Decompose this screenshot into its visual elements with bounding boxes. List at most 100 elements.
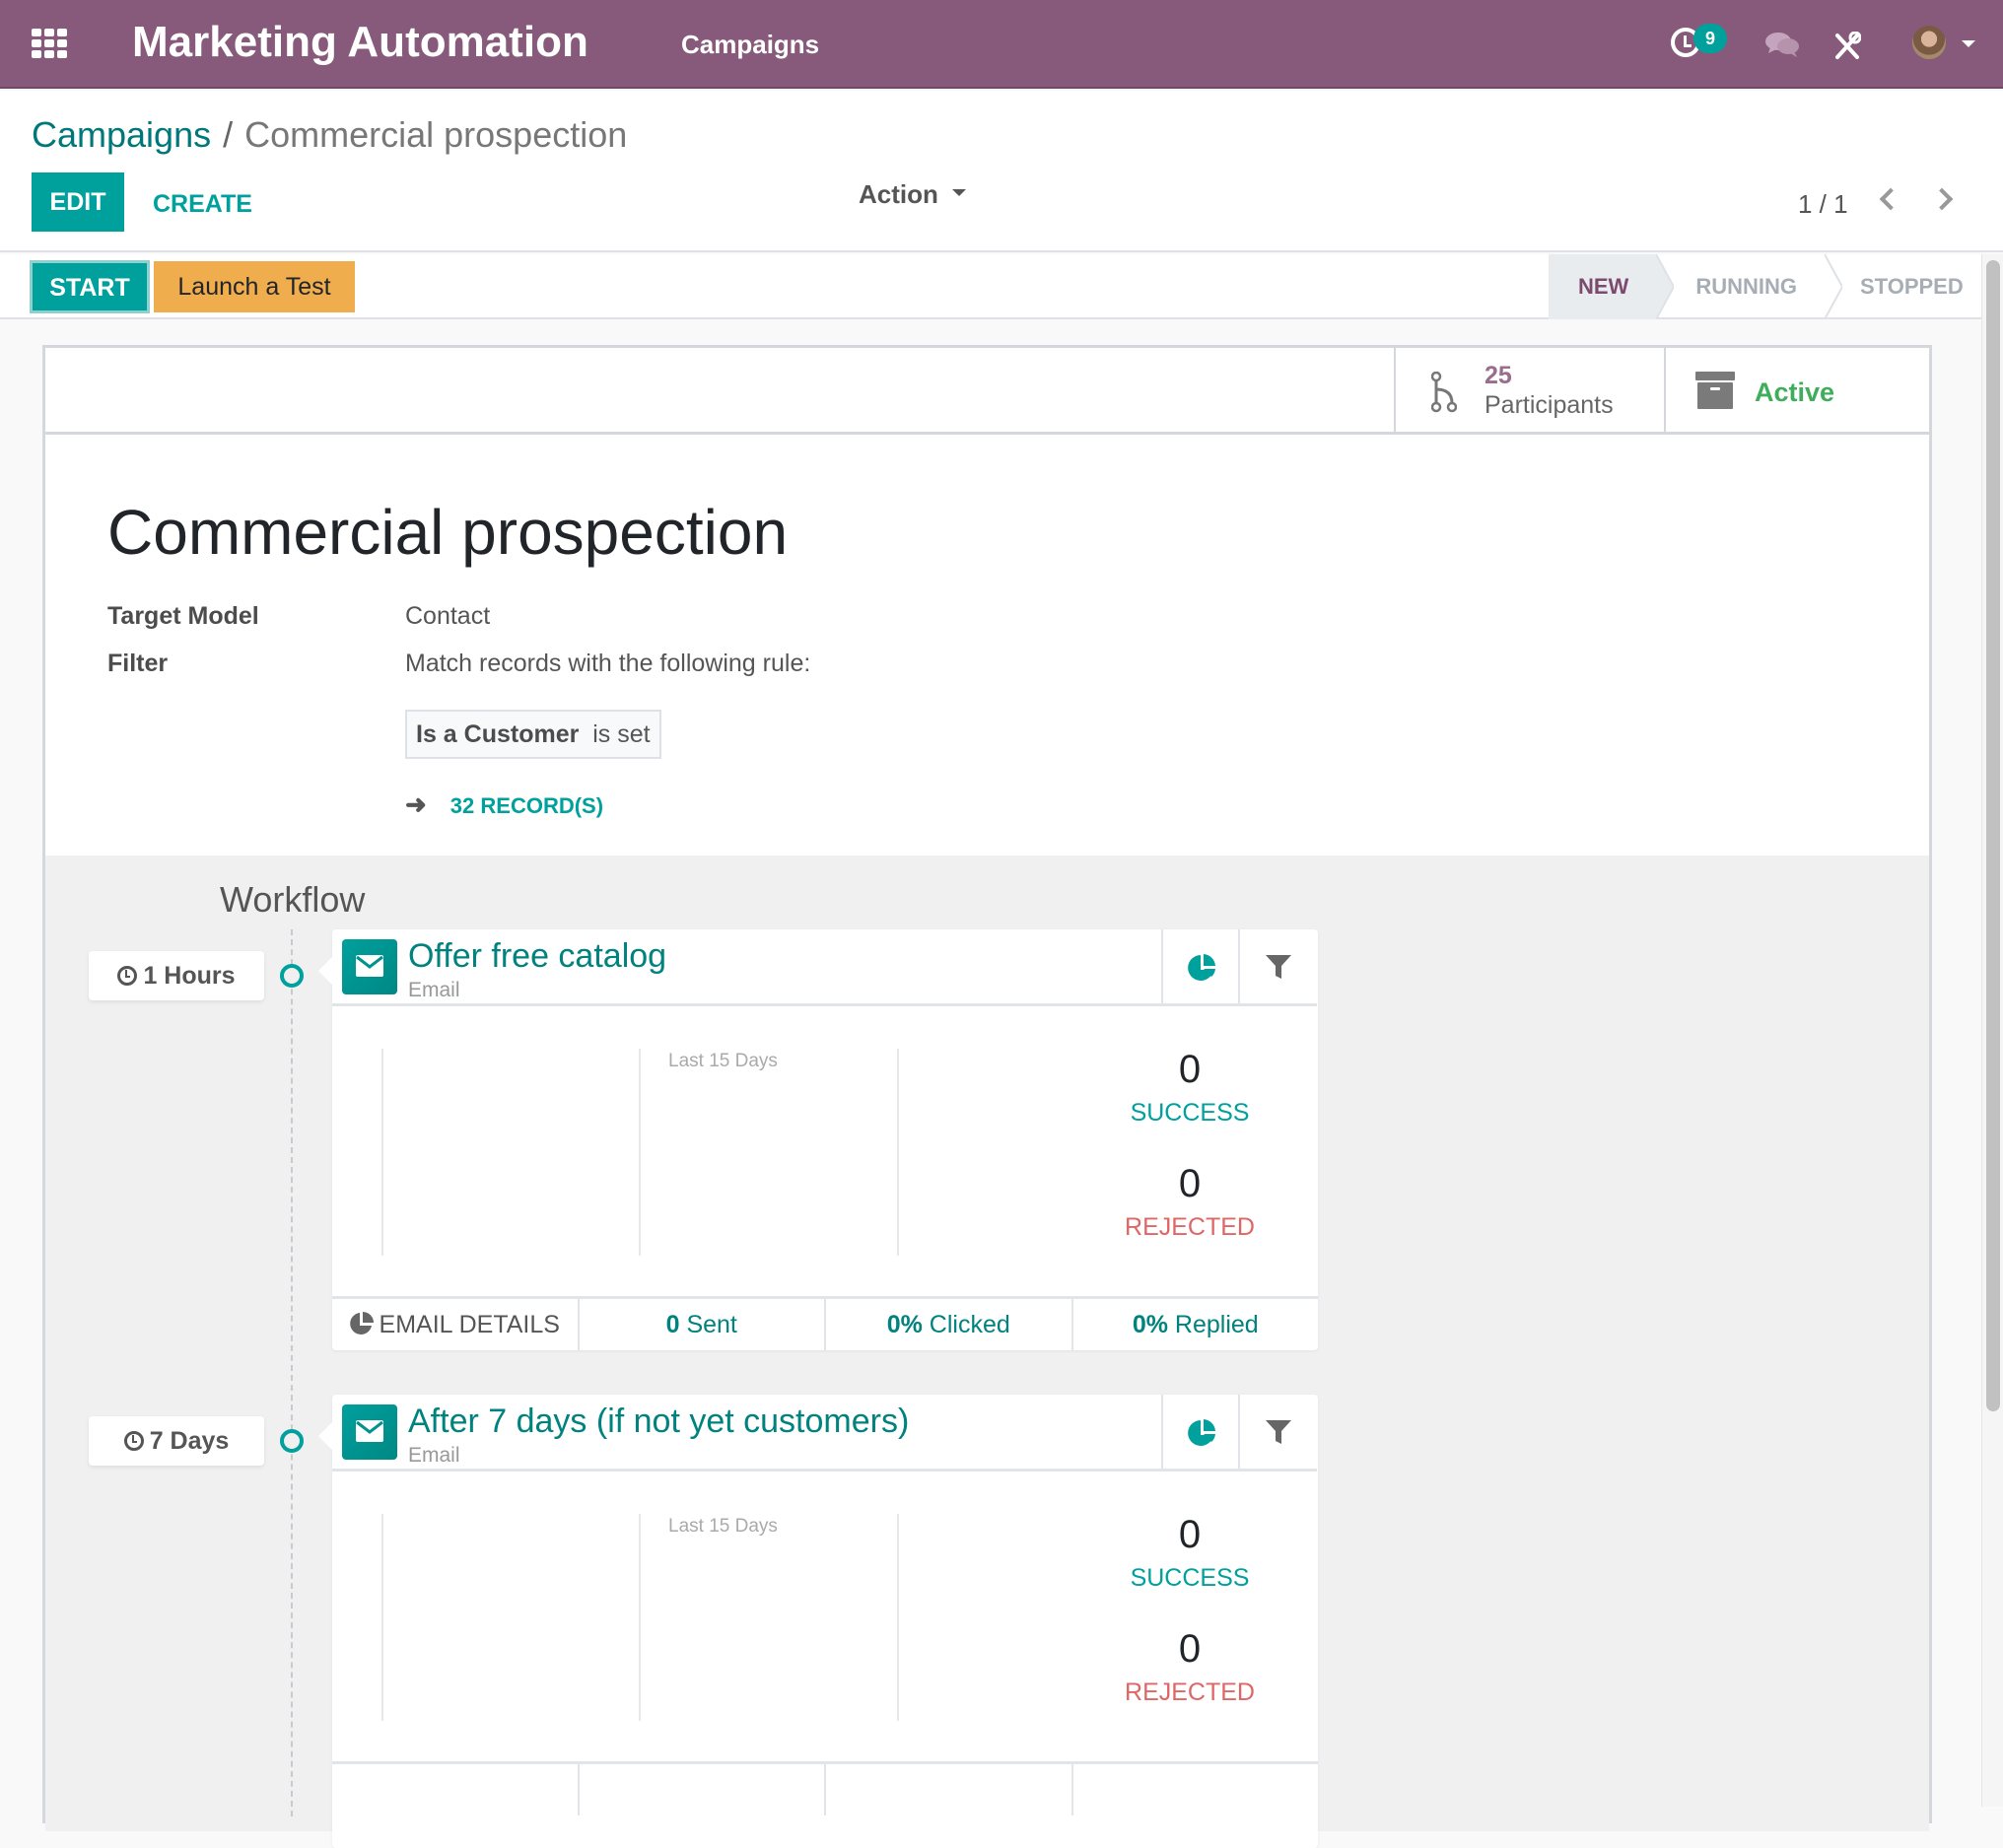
status-bar: START Launch a Test NEW RUNNING STOPPED — [0, 254, 1981, 319]
participants-count: 25 — [1485, 362, 1512, 389]
start-button[interactable]: START — [30, 260, 150, 313]
apps-grid-icon[interactable] — [32, 29, 67, 58]
target-model-value: Contact — [405, 602, 491, 630]
filter-funnel-icon — [1266, 955, 1291, 979]
activity-title[interactable]: After 7 days (if not yet customers) — [408, 1403, 909, 1441]
rejected-label[interactable]: REJECTED — [1091, 1678, 1288, 1707]
pie-chart-icon — [1188, 1419, 1215, 1446]
delay-label: 7 Days — [149, 1427, 230, 1455]
launch-test-button[interactable]: Launch a Test — [154, 261, 355, 312]
period-label: Last 15 Days — [668, 1051, 778, 1071]
clicked-stat[interactable]: 0% Clicked — [826, 1299, 1073, 1350]
email-envelope-icon — [342, 939, 397, 994]
activity-type: Email — [408, 1444, 460, 1467]
activity-filter-button[interactable] — [1240, 929, 1317, 1006]
control-panel: Campaigns / Commercial prospection EDIT CR… — [0, 91, 2003, 252]
target-model-label: Target Model — [107, 602, 259, 630]
participants-stat-button[interactable]: 25 Participants — [1394, 348, 1664, 432]
chart-gridline — [897, 1514, 899, 1721]
activity-graph-button[interactable] — [1163, 929, 1240, 1006]
status-step-running[interactable]: RUNNING — [1656, 254, 1842, 319]
activity-card: After 7 days (if not yet customers) Emai… — [318, 1395, 1318, 1848]
timeline-node — [280, 964, 304, 988]
clicked-label: Clicked — [929, 1311, 1010, 1338]
active-label: Active — [1755, 377, 1835, 407]
matching-records-link[interactable]: ➜ 32 RECORD(S) — [405, 789, 603, 820]
pie-chart-icon — [1188, 954, 1215, 981]
activity-graph-button[interactable] — [1163, 1395, 1240, 1472]
archive-box-icon — [1695, 372, 1735, 409]
email-details-button[interactable]: EMAIL DETAILS — [332, 1299, 580, 1350]
footer-cell[interactable] — [826, 1764, 1073, 1815]
email-details-label: EMAIL DETAILS — [379, 1311, 560, 1338]
active-toggle-button[interactable]: Active — [1664, 348, 1929, 432]
clock-icon — [117, 966, 138, 986]
activity-count-badge: 9 — [1693, 24, 1727, 53]
pie-chart-icon — [349, 1312, 374, 1335]
status-steps: NEW RUNNING STOPPED — [1549, 254, 1989, 319]
menu-item-campaigns[interactable]: Campaigns — [681, 30, 819, 60]
activity-filter-button[interactable] — [1240, 1395, 1317, 1472]
timeline-line — [291, 929, 293, 1816]
breadcrumb-separator: / — [223, 114, 234, 155]
replied-label: Replied — [1174, 1311, 1259, 1338]
workflow-title: Workflow — [220, 879, 366, 920]
activity-header[interactable]: Offer free catalog Email — [332, 929, 1163, 1006]
sent-label: Sent — [686, 1311, 737, 1338]
status-step-label: RUNNING — [1695, 274, 1797, 299]
rejected-label[interactable]: REJECTED — [1091, 1213, 1288, 1242]
step-arrow-icon — [1825, 254, 1842, 319]
user-avatar[interactable] — [1912, 26, 1946, 59]
chevron-down-icon — [951, 188, 966, 196]
app-title: Marketing Automation — [132, 18, 588, 66]
period-label: Last 15 Days — [668, 1516, 778, 1537]
create-button[interactable]: CREATE — [153, 190, 252, 219]
status-step-label: NEW — [1578, 274, 1629, 299]
activity-delay-chip: 7 Days — [89, 1416, 264, 1466]
pager-previous-icon[interactable] — [1879, 187, 1902, 211]
chart-gridline — [897, 1049, 899, 1256]
chat-icon[interactable] — [1764, 32, 1800, 57]
chart-gridline — [381, 1514, 383, 1721]
record-title: Commercial prospection — [107, 497, 789, 568]
status-step-stopped[interactable]: STOPPED — [1825, 254, 1989, 319]
status-step-new[interactable]: NEW — [1549, 254, 1675, 319]
footer-cell[interactable] — [332, 1764, 580, 1815]
vertical-scrollbar[interactable] — [1981, 254, 2003, 1807]
participants-label: Participants — [1485, 391, 1614, 419]
chart-gridline — [639, 1514, 641, 1721]
sent-stat[interactable]: 0 Sent — [580, 1299, 826, 1350]
filter-funnel-icon — [1266, 1420, 1291, 1444]
activity-footer: EMAIL DETAILS 0 Sent 0% Clicked 0% Repli… — [332, 1296, 1318, 1350]
action-label: Action — [859, 179, 938, 209]
sent-value: 0 — [665, 1311, 680, 1338]
replied-stat[interactable]: 0% Replied — [1073, 1299, 1319, 1350]
chart-gridline — [639, 1049, 641, 1256]
footer-cell[interactable] — [580, 1764, 826, 1815]
form-view: START Launch a Test NEW RUNNING STOPPED — [0, 254, 1981, 1848]
pager-next-icon[interactable] — [1930, 187, 1954, 211]
filter-rule-operator: is set — [592, 720, 651, 748]
records-count: 32 RECORD(S) — [449, 793, 604, 818]
filter-rule-field: Is a Customer — [416, 720, 580, 748]
pager-value[interactable]: 1 / 1 — [1798, 189, 1848, 220]
top-navbar: Marketing Automation Campaigns 9 — [0, 0, 2003, 89]
success-label[interactable]: SUCCESS — [1091, 1564, 1288, 1593]
breadcrumb-campaigns-link[interactable]: Campaigns — [32, 114, 211, 155]
scrollbar-thumb[interactable] — [1986, 260, 2000, 1411]
activity-footer — [332, 1761, 1318, 1815]
user-menu-caret-icon[interactable] — [1962, 40, 1975, 47]
tools-icon[interactable] — [1833, 32, 1861, 61]
email-envelope-icon — [342, 1404, 397, 1460]
edit-button[interactable]: EDIT — [32, 172, 124, 232]
action-dropdown[interactable]: Action — [859, 179, 966, 210]
filter-description: Match records with the following rule: — [405, 650, 811, 677]
activity-header[interactable]: After 7 days (if not yet customers) Emai… — [332, 1395, 1163, 1472]
activity-title[interactable]: Offer free catalog — [408, 937, 666, 976]
footer-cell[interactable] — [1073, 1764, 1319, 1815]
success-count: 0 — [1178, 1513, 1202, 1556]
filter-rule-chip: Is a Customer is set — [405, 710, 661, 759]
activity-type: Email — [408, 979, 460, 1001]
success-label[interactable]: SUCCESS — [1091, 1099, 1288, 1128]
stat-button-box: 25 Participants Active — [45, 348, 1929, 435]
